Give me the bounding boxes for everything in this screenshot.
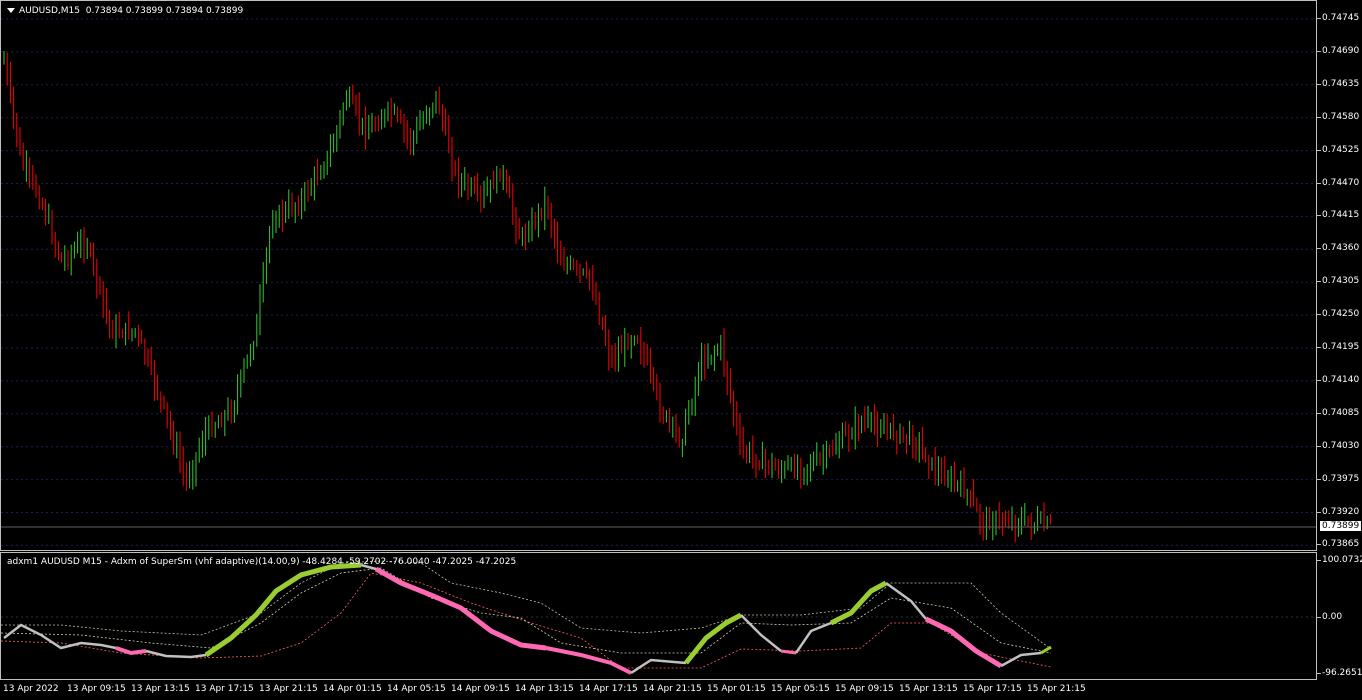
price-tick-label: 0.74635 (1316, 78, 1360, 89)
time-tick-label: 14 Apr 13:15 (515, 684, 574, 694)
price-tick-label: 0.74030 (1316, 440, 1360, 451)
time-tick-label: 14 Apr 05:15 (387, 684, 446, 694)
price-tick-label: 0.74085 (1316, 407, 1360, 418)
price-tick-label: 0.74415 (1316, 210, 1360, 221)
adx-line-segment (1040, 645, 1052, 655)
price-axis[interactable]: 0.74745 0.74690 0.74635 0.74580 0.74525 0.744… (1316, 0, 1362, 551)
time-tick-label: 15 Apr 13:15 (899, 684, 958, 694)
time-tick-label: 15 Apr 05:15 (771, 684, 830, 694)
price-tick-label: 0.73865 (1316, 539, 1360, 550)
indicator-tick-label: -96.2651 (1316, 668, 1362, 678)
current-price-label: 0.73899 (1319, 520, 1362, 532)
time-tick-label: 15 Apr 17:15 (963, 684, 1022, 694)
time-tick-label: 13 Apr 21:15 (259, 684, 318, 694)
adx-line-segment (885, 581, 927, 620)
price-chart-canvas[interactable] (1, 1, 1316, 550)
chevron-down-icon[interactable] (7, 8, 15, 13)
indicator-header: adxm1 AUDUSD M15 - Adxm of SuperSm (vhf … (7, 557, 517, 567)
adx-line-segment (740, 614, 782, 652)
indicator-pane[interactable]: adxm1 AUDUSD M15 - Adxm of SuperSm (vhf … (0, 552, 1317, 680)
indicator-tick-label: 0.00 (1316, 612, 1343, 622)
adx-line-segment (780, 649, 797, 655)
price-tick-label: 0.74305 (1316, 276, 1360, 287)
adx-line-segment (3, 623, 117, 650)
time-tick-label: 14 Apr 01:15 (323, 684, 382, 694)
adx-line-segment (115, 646, 147, 656)
adx-line-segment (145, 649, 207, 659)
price-tick-label: 0.74525 (1316, 144, 1360, 155)
time-tick-label: 15 Apr 01:15 (707, 684, 766, 694)
time-tick-label: 13 Apr 13:15 (131, 684, 190, 694)
price-tick-label: 0.73920 (1316, 506, 1360, 517)
adx-line-segment (684, 612, 743, 665)
mid-level-line (1, 567, 1052, 654)
price-tick-label: 0.73975 (1316, 473, 1360, 484)
time-tick-label: 15 Apr 09:15 (835, 684, 894, 694)
symbol-label: AUDUSD,M15 (19, 6, 80, 16)
price-tick-label: 0.74745 (1316, 13, 1360, 23)
adx-line-segment (374, 566, 547, 651)
time-tick-label: 14 Apr 21:15 (643, 684, 702, 694)
price-tick-label: 0.74140 (1316, 374, 1360, 385)
price-tick-label: 0.74470 (1316, 177, 1360, 188)
indicator-canvas[interactable] (1, 553, 1316, 679)
indicator-tick-label: 100.0732 (1317, 555, 1362, 565)
ohlc-values: 0.73894 0.73899 0.73894 0.73899 (85, 6, 244, 16)
upper-level-line (1, 560, 1052, 650)
price-tick-label: 0.74195 (1316, 342, 1360, 352)
adx-line-segment (1000, 651, 1042, 668)
symbol-header: AUDUSD,M15 0.73894 0.73899 0.73894 0.738… (7, 6, 243, 16)
time-tick-label: 13 Apr 09:15 (67, 684, 126, 694)
adx-line-segment (204, 562, 362, 658)
price-tick-label: 0.74250 (1316, 309, 1360, 320)
time-axis[interactable]: 13 Apr 2022 13 Apr 09:15 13 Apr 13:15 13 Ap… (0, 681, 1317, 700)
price-tick-label: 0.74690 (1316, 45, 1360, 56)
time-tick-label: 14 Apr 17:15 (579, 684, 638, 694)
price-chart-pane[interactable]: AUDUSD,M15 0.73894 0.73899 0.73894 0.738… (0, 0, 1317, 551)
adx-line-segment (630, 658, 687, 675)
time-tick-label: 13 Apr 2022 (3, 684, 59, 694)
price-tick-label: 0.74580 (1316, 111, 1360, 122)
indicator-axis[interactable]: 100.0732 0.00 -96.2651 (1316, 552, 1362, 680)
time-tick-label: 15 Apr 21:15 (1027, 684, 1086, 694)
adx-line-segment (924, 616, 1003, 669)
time-tick-label: 13 Apr 17:15 (195, 684, 254, 694)
price-tick-label: 0.74360 (1316, 243, 1360, 254)
adx-line-segment (794, 621, 832, 654)
adx-line-segment (545, 646, 632, 675)
time-tick-label: 14 Apr 09:15 (451, 684, 510, 694)
